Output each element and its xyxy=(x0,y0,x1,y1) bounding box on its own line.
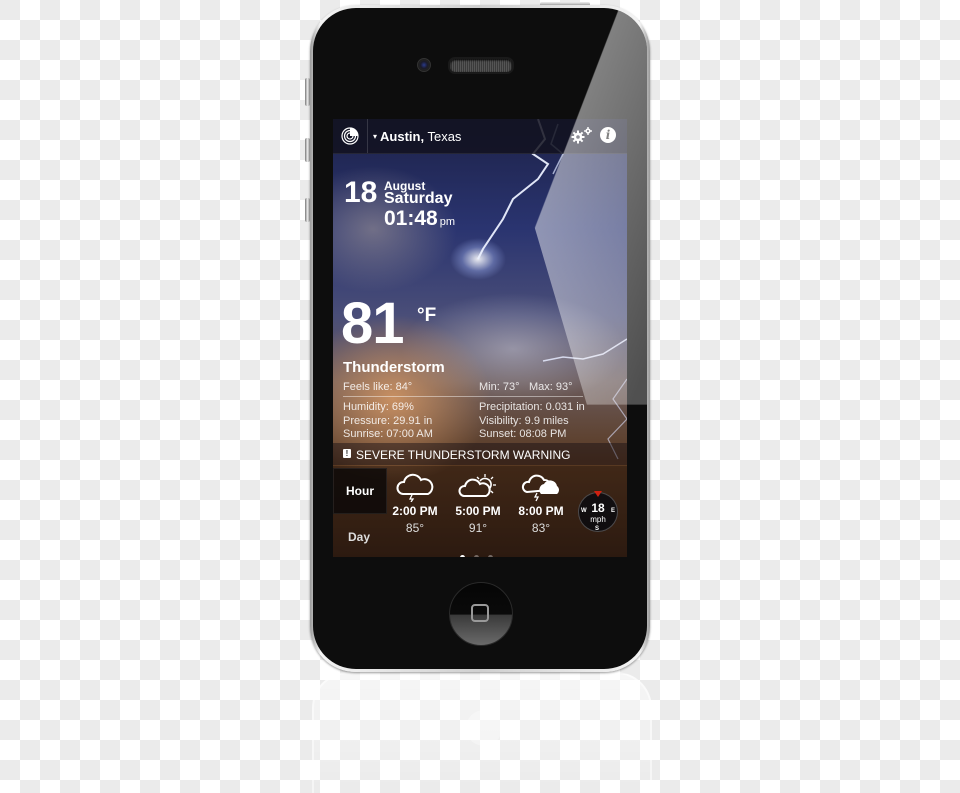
front-camera xyxy=(417,58,431,72)
weather-screen: ▾ Austin, Texas i 18 August Saturday 01:… xyxy=(333,119,627,557)
thunder-cloud-icon xyxy=(396,473,434,502)
tab-day[interactable]: Day xyxy=(333,521,385,553)
partly-sunny-icon xyxy=(458,474,496,497)
caret-down-icon: ▾ xyxy=(373,132,378,141)
weather-condition: Thunderstorm xyxy=(343,359,445,376)
page-dot-2[interactable] xyxy=(474,555,479,557)
forecast-time: 8:00 PM xyxy=(518,504,564,518)
forecast-temp: 91° xyxy=(468,521,488,535)
settings-button[interactable] xyxy=(570,126,594,149)
time-ampm: pm xyxy=(439,216,455,228)
radar-icon xyxy=(341,127,359,145)
gear-icon xyxy=(571,127,592,144)
radar-button[interactable] xyxy=(333,119,368,153)
pressure: Pressure: 29.91 in xyxy=(343,415,433,427)
page-indicator[interactable] xyxy=(460,547,502,557)
date-weekday: Saturday xyxy=(384,190,453,207)
wind-direction-needle xyxy=(594,491,602,497)
precipitation: Precipitation: 0.031 in xyxy=(479,401,585,413)
sunset: Sunset: 08:08 PM xyxy=(479,428,567,440)
page-dot-3[interactable] xyxy=(488,555,493,557)
compass-south: S xyxy=(595,526,600,532)
compass-west: W xyxy=(581,508,587,514)
location-region: Texas xyxy=(427,129,462,144)
location-selector[interactable]: ▾ Austin, Texas xyxy=(373,129,461,144)
forecast-item[interactable]: 2:00 PM 85° xyxy=(385,472,445,535)
top-bar: ▾ Austin, Texas i xyxy=(333,119,627,154)
forecast-item[interactable]: 5:00 PM 91° xyxy=(448,472,508,535)
forecast-item[interactable]: 8:00 PM 83° xyxy=(511,472,571,535)
home-button-reflection xyxy=(466,710,502,746)
thunder-cloud-icon xyxy=(521,474,559,502)
phone-reflection xyxy=(312,672,652,793)
max-temp: Max: 93° xyxy=(529,381,573,393)
wind-compass[interactable]: 18 mph W E S xyxy=(578,491,618,532)
home-square-icon xyxy=(471,604,489,622)
home-button[interactable] xyxy=(449,582,513,646)
wind-unit: mph xyxy=(590,515,606,524)
temperature-unit[interactable]: °F xyxy=(417,305,436,327)
date-day: 18 xyxy=(344,176,378,209)
tab-hour[interactable]: Hour xyxy=(333,468,387,514)
info-button[interactable]: i xyxy=(600,127,616,143)
time-value: 01:48 xyxy=(384,207,438,230)
info-icon: i xyxy=(605,128,611,142)
forecast-time: 2:00 PM xyxy=(392,504,438,518)
earpiece-speaker xyxy=(448,57,514,74)
compass-east: E xyxy=(610,508,615,514)
forecast-temp: 85° xyxy=(405,521,425,535)
current-temperature: 81 xyxy=(341,291,405,356)
forecast-temp: 83° xyxy=(531,521,551,535)
stats-divider xyxy=(343,396,583,397)
min-temp: Min: 73° xyxy=(479,381,520,393)
forecast-time: 5:00 PM xyxy=(455,504,501,518)
weather-warning-banner[interactable]: ! SEVERE THUNDERSTORM WARNING xyxy=(333,443,627,465)
warning-text: SEVERE THUNDERSTORM WARNING xyxy=(356,448,571,462)
warning-icon: ! xyxy=(343,449,351,458)
feels-like: Feels like: 84° xyxy=(343,381,413,393)
location-city: Austin, xyxy=(380,129,425,144)
visibility: Visibility: 9.9 miles xyxy=(479,415,569,427)
humidity: Humidity: 69% xyxy=(343,401,414,413)
sunrise: Sunrise: 07:00 AM xyxy=(343,428,433,440)
current-time: 01:48 pm xyxy=(384,207,455,231)
page-dot-1[interactable] xyxy=(460,555,465,557)
